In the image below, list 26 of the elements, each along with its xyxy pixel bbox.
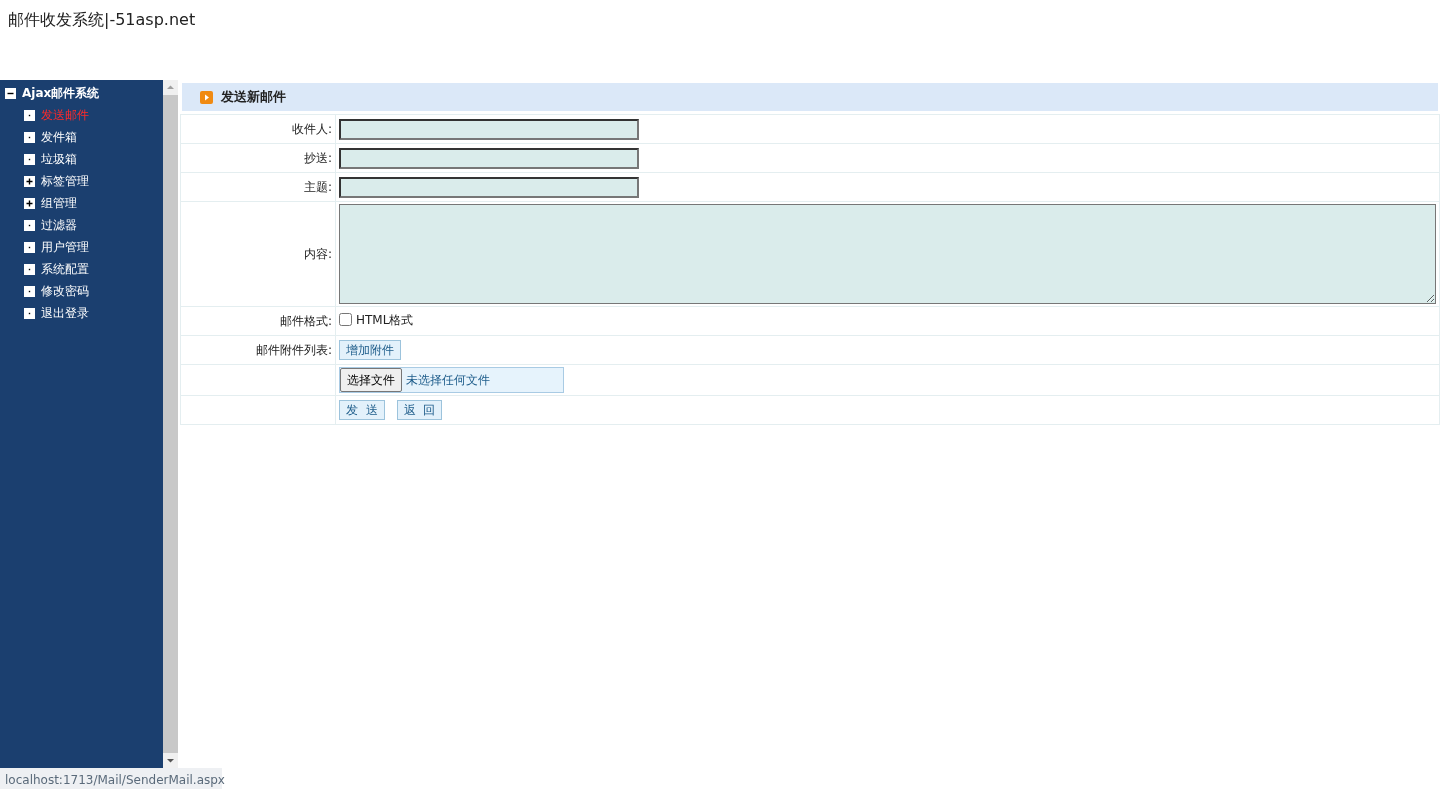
field-label: 邮件附件列表: [255,343,332,357]
action-button[interactable]: 返 回 [396,400,443,420]
field-label: 抄送: [303,151,332,165]
tree-item[interactable]: 标签管理 [41,172,89,190]
tree-item[interactable]: 用户管理 [41,238,89,256]
field-label: 内容: [303,247,332,261]
tree-root[interactable]: Ajax邮件系统 [22,84,100,102]
field-label: 主题: [303,180,332,194]
status-url: localhost:1713/Mail/SenderMail.aspx [0,768,222,789]
page-title: 邮件收发系统|-51asp.net [7,9,197,31]
add-attachment-button[interactable]: 增加附件 [339,340,401,360]
tree-item[interactable]: 组管理 [41,194,77,212]
choose-file-button[interactable]: 选择文件 [340,368,402,392]
file-input[interactable]: 选择文件 未选择任何文件 [339,367,564,393]
tree-item[interactable]: 垃圾箱 [41,150,77,168]
tree-item[interactable]: 发件箱 [41,128,77,146]
tree-item[interactable]: 退出登录 [41,304,89,322]
field-label: 邮件格式: [279,314,332,328]
tree-item[interactable]: 过滤器 [41,216,77,234]
tree-item[interactable]: 修改密码 [41,282,89,300]
tree-item[interactable]: 系统配置 [41,260,89,278]
panel-title: 发送新邮件 [221,88,286,107]
file-status: 未选择任何文件 [405,372,490,389]
action-button[interactable]: 发 送 [339,400,385,420]
checkbox-label: HTML格式 [356,311,414,329]
field-label: 收件人: [291,122,332,136]
